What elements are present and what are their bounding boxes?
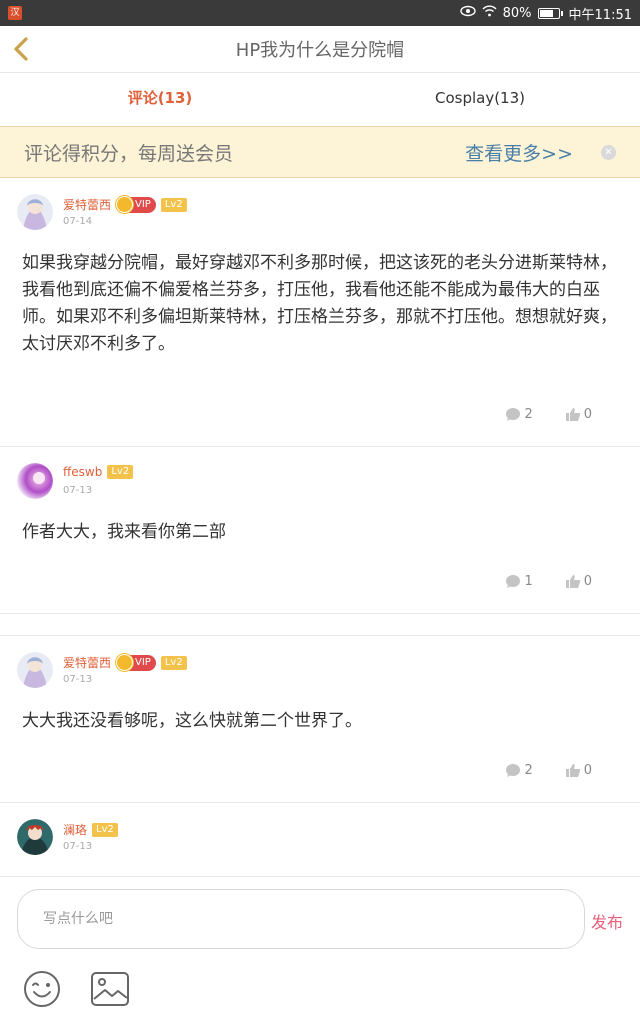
comment-input-bar: 写点什么吧 发布 bbox=[0, 876, 640, 1024]
reply-button[interactable]: 2 bbox=[505, 763, 533, 778]
comment-date: 07-13 bbox=[63, 841, 93, 852]
reply-button[interactable]: 1 bbox=[505, 574, 533, 589]
username[interactable]: 爱特蕾西 bbox=[63, 196, 111, 213]
avatar[interactable] bbox=[17, 194, 53, 230]
clock: 中午11:51 bbox=[568, 7, 632, 23]
comment-text: 如果我穿越分院帽，最好穿越邓不利多那时候，把这该死的老头分进斯莱特林，我看他到底… bbox=[22, 253, 617, 354]
vip-badge: VIP bbox=[116, 654, 156, 671]
thumbs-up-icon bbox=[565, 764, 580, 777]
title-bar: HP我为什么是分院帽 bbox=[0, 26, 640, 72]
level-badge: Lv2 bbox=[160, 655, 187, 670]
comment-date: 07-14 bbox=[63, 216, 93, 227]
back-arrow-icon[interactable] bbox=[8, 34, 36, 64]
see-more-link[interactable]: 查看更多>> bbox=[465, 139, 573, 166]
eye-icon bbox=[459, 5, 476, 21]
image-icon[interactable] bbox=[90, 971, 130, 1007]
app-notification-icon: 汉 bbox=[8, 6, 22, 20]
crown-icon bbox=[116, 654, 134, 671]
like-button[interactable]: 0 bbox=[565, 574, 592, 589]
thumbs-up-icon bbox=[565, 408, 580, 421]
close-icon[interactable]: ✕ bbox=[601, 144, 616, 160]
comment-date: 07-13 bbox=[63, 674, 93, 685]
wifi-icon bbox=[482, 5, 497, 21]
comment-input[interactable]: 写点什么吧 bbox=[17, 889, 585, 949]
comment-bubble-icon bbox=[506, 764, 521, 777]
level-badge: Lv2 bbox=[160, 197, 187, 212]
like-button[interactable]: 0 bbox=[565, 763, 592, 778]
tab-cosplay[interactable]: Cosplay(13) bbox=[320, 73, 640, 126]
avatar[interactable] bbox=[17, 819, 53, 855]
comment-bubble-icon bbox=[506, 408, 521, 421]
username[interactable]: 爱特蕾西 bbox=[63, 654, 111, 671]
vip-badge: VIP bbox=[116, 196, 156, 213]
tab-bar: 评论(13) Cosplay(13) bbox=[0, 72, 640, 126]
thumbs-up-icon bbox=[565, 575, 580, 588]
page-title: HP我为什么是分院帽 bbox=[235, 40, 405, 61]
comment-item: 爱特蕾西 VIP Lv2 07-13 大大我还没看够呢，这么快就第二个世界了。 … bbox=[0, 636, 640, 803]
like-button[interactable]: 0 bbox=[565, 407, 592, 422]
tab-comments[interactable]: 评论(13) bbox=[0, 73, 320, 126]
publish-button[interactable]: 发布 bbox=[591, 909, 623, 933]
comment-bubble-icon bbox=[506, 575, 521, 588]
comment-text: 作者大大，我来看你第二部 bbox=[22, 522, 226, 542]
status-bar: 汉 80% 中午11:51 bbox=[0, 0, 640, 26]
comment-item: ffeswb Lv2 07-13 作者大大，我来看你第二部 1 0 bbox=[0, 447, 640, 614]
banner-text: 评论得积分，每周送会员 bbox=[24, 142, 234, 165]
level-badge: Lv2 bbox=[107, 465, 134, 479]
username[interactable]: ffeswb bbox=[63, 465, 102, 479]
battery-percent: 80% bbox=[502, 5, 532, 21]
battery-icon bbox=[537, 7, 563, 19]
avatar[interactable] bbox=[17, 463, 53, 499]
crown-icon bbox=[116, 196, 134, 213]
comment-text: 大大我还没看够呢，这么快就第二个世界了。 bbox=[22, 711, 362, 731]
reply-button[interactable]: 2 bbox=[505, 407, 533, 422]
comment-date: 07-13 bbox=[63, 485, 93, 496]
promo-banner: 评论得积分，每周送会员 查看更多>> ✕ bbox=[0, 126, 640, 178]
comment-item: 澜珞 Lv2 07-13 bbox=[0, 803, 640, 876]
emoji-icon[interactable] bbox=[22, 969, 62, 1009]
divider bbox=[0, 614, 640, 636]
username[interactable]: 澜珞 bbox=[63, 821, 87, 838]
comment-item: 爱特蕾西 VIP Lv2 07-14 如果我穿越分院帽，最好穿越邓不利多那时候，… bbox=[0, 178, 640, 447]
avatar[interactable] bbox=[17, 652, 53, 688]
level-badge: Lv2 bbox=[92, 822, 118, 837]
